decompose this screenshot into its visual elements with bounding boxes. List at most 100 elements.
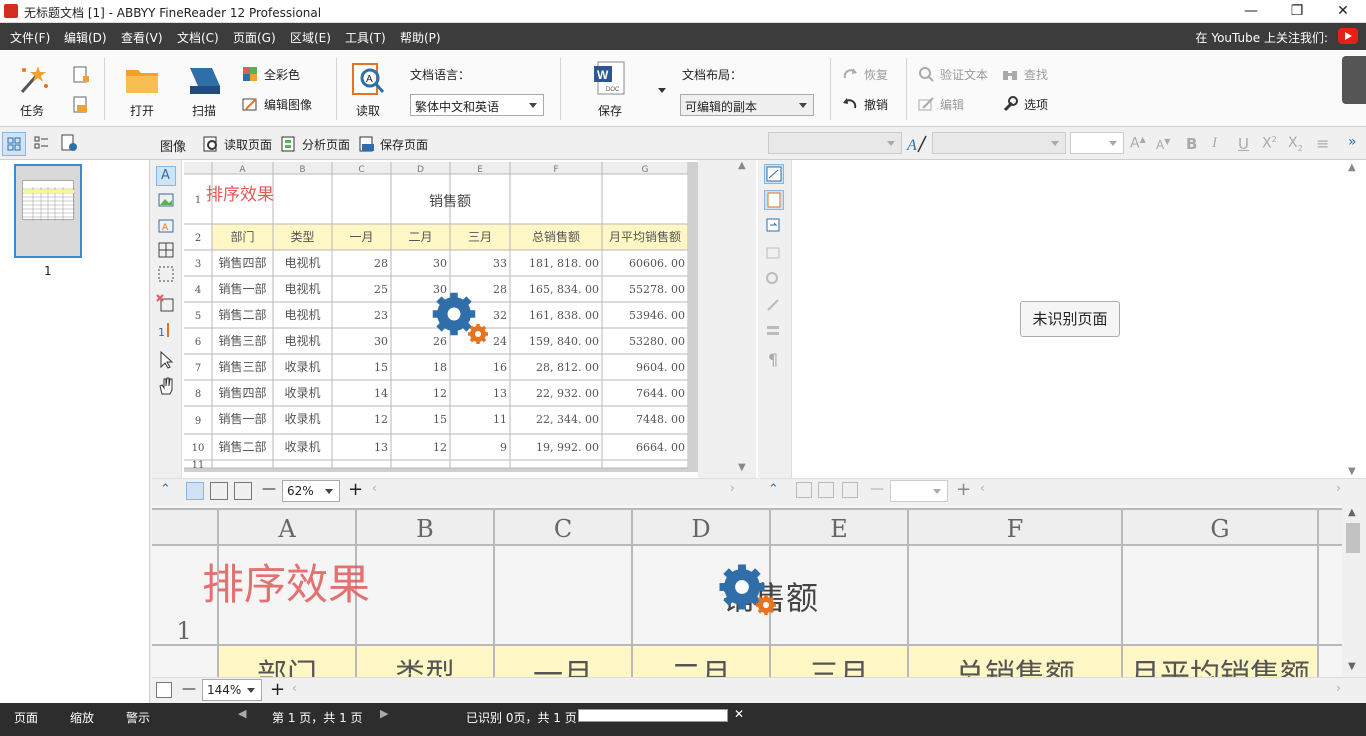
edit-image-button[interactable]: 编辑图像	[242, 94, 322, 114]
superscript-icon[interactable]: X2	[1262, 135, 1277, 152]
menu-help[interactable]: 帮助(P)	[400, 29, 441, 46]
font-style-icon[interactable]: A	[906, 134, 928, 154]
scroll-right-icon[interactable]: ›	[1336, 481, 1341, 495]
export-document-icon[interactable]	[72, 96, 90, 114]
text-tool-2-icon[interactable]	[764, 270, 784, 290]
delete-area-tool-icon[interactable]	[156, 294, 176, 314]
document-language-select[interactable]: 繁体中文和英语	[410, 94, 544, 116]
minimize-button[interactable]: —	[1228, 0, 1274, 23]
zoom-in-button[interactable]: +	[956, 479, 971, 500]
verify-text-button[interactable]: 验证文本	[918, 64, 998, 84]
scroll-left-icon[interactable]: ‹	[292, 681, 297, 695]
barcode-area-tool-icon[interactable]	[156, 264, 176, 284]
analyze-page-button[interactable]: 分析页面	[280, 135, 354, 155]
collapse-up-icon[interactable]: ⌃	[768, 482, 779, 497]
redo-button[interactable]: 恢复	[842, 64, 898, 84]
text-area-tool-icon[interactable]: A	[156, 166, 176, 186]
scan-button[interactable]: 扫描	[180, 58, 228, 120]
document-layout-select[interactable]: 可编辑的副本	[680, 94, 814, 116]
bold-icon[interactable]: B	[1186, 135, 1197, 153]
picture-area-tool-icon[interactable]	[156, 190, 176, 210]
increase-font-icon[interactable]: A▲	[1130, 135, 1146, 152]
menu-file[interactable]: 文件(F)	[10, 29, 50, 46]
edit-button[interactable]: 编辑	[918, 94, 978, 114]
tab-zoom[interactable]: 缩放	[70, 709, 94, 726]
unrecognized-page-button[interactable]: 未识别页面	[1020, 301, 1120, 337]
thumbnail-view-button[interactable]	[2, 132, 26, 156]
text-tool-4-icon[interactable]	[764, 322, 784, 342]
scroll-down-icon[interactable]: ▼	[738, 462, 746, 473]
menu-page[interactable]: 页面(G)	[233, 29, 276, 46]
cancel-recognition-button[interactable]: ✕	[734, 707, 744, 721]
scroll-right-icon[interactable]: ›	[1336, 681, 1341, 695]
zoom-out-button[interactable]: —	[182, 681, 196, 697]
previous-page-icon[interactable]: ◀	[238, 707, 246, 720]
scroll-right-icon[interactable]: ›	[730, 481, 735, 495]
zoom-vertical-scrollbar[interactable]: ▲ ▼	[1342, 505, 1366, 677]
undo-button[interactable]: 撤销	[842, 94, 898, 114]
text-tool-3-icon[interactable]	[764, 296, 784, 316]
fit-height-icon[interactable]	[234, 482, 252, 500]
scroll-left-icon[interactable]: ‹	[372, 481, 377, 495]
full-color-option[interactable]: 全彩色	[242, 64, 312, 84]
options-button[interactable]: 选项	[1002, 94, 1062, 114]
decrease-font-icon[interactable]: A▼	[1156, 137, 1170, 152]
pilcrow-icon[interactable]: ¶	[768, 350, 778, 369]
image-zoom-select[interactable]: 62%	[282, 480, 340, 502]
save-dropdown-chevron-icon[interactable]	[658, 88, 666, 93]
zoom-pane-zoom-select[interactable]: 144%	[202, 679, 262, 701]
scroll-down-icon[interactable]: ▼	[1348, 466, 1356, 477]
reorder-areas-tool-icon[interactable]: 1	[156, 320, 176, 340]
fit-width-icon[interactable]	[210, 482, 228, 500]
align-icon[interactable]: ≡	[1316, 134, 1329, 153]
more-chevron-icon[interactable]: »	[1348, 134, 1357, 150]
scroll-left-icon[interactable]: ‹	[980, 481, 985, 495]
font-size-select[interactable]	[1070, 132, 1124, 154]
text-tool-1-icon[interactable]	[764, 244, 784, 264]
text-zoom-select[interactable]	[890, 480, 948, 502]
scroll-up-icon[interactable]: ▲	[1348, 507, 1356, 518]
underline-icon[interactable]: U	[1238, 135, 1249, 153]
read-page-button[interactable]: 读取页面	[202, 135, 276, 155]
select-pointer-tool-icon[interactable]	[156, 350, 176, 370]
table-area-tool-icon[interactable]	[156, 240, 176, 260]
task-button[interactable]: 任务	[8, 58, 56, 120]
page-view-icon[interactable]	[764, 164, 784, 184]
save-button[interactable]: W DOC 保存	[586, 58, 636, 120]
restore-button[interactable]: ❐	[1274, 0, 1320, 23]
zoom-in-button[interactable]: +	[270, 679, 285, 700]
page-properties-button[interactable]	[58, 132, 82, 156]
side-panel-toggle[interactable]	[1342, 56, 1366, 104]
scroll-down-icon[interactable]: ▼	[1348, 661, 1356, 672]
fit-page-icon[interactable]	[186, 482, 204, 500]
details-view-button[interactable]	[30, 132, 54, 156]
scroll-up-icon[interactable]: ▲	[738, 160, 746, 171]
youtube-icon[interactable]	[1338, 28, 1358, 44]
zoom-out-button[interactable]: —	[262, 481, 276, 497]
menu-document[interactable]: 文档(C)	[177, 29, 219, 46]
scroll-up-icon[interactable]: ▲	[1348, 162, 1356, 173]
fit-page-icon[interactable]	[796, 482, 812, 498]
read-button[interactable]: A 读取	[344, 58, 394, 120]
menu-edit[interactable]: 编辑(D)	[64, 29, 107, 46]
document-view-icon[interactable]	[764, 190, 784, 210]
italic-icon[interactable]: I	[1212, 135, 1217, 152]
collapse-up-icon[interactable]: ⌃	[160, 482, 171, 497]
scroll-thumb[interactable]	[1346, 523, 1360, 553]
zoom-in-button[interactable]: +	[348, 479, 363, 500]
close-button[interactable]: ✕	[1320, 0, 1366, 23]
menu-area[interactable]: 区域(E)	[290, 29, 331, 46]
tab-warnings[interactable]: 警示	[126, 709, 150, 726]
save-page-button[interactable]: 保存页面	[358, 135, 432, 155]
font-family-select[interactable]	[932, 132, 1066, 154]
next-page-icon[interactable]: ▶	[380, 707, 388, 720]
open-button[interactable]: 打开	[118, 58, 166, 120]
zoom-pane-settings-icon[interactable]	[156, 682, 172, 698]
style-select[interactable]	[768, 132, 902, 154]
find-button[interactable]: 查找	[1002, 64, 1062, 84]
background-picture-tool-icon[interactable]: A	[156, 216, 176, 236]
tab-pages[interactable]: 页面	[14, 709, 38, 726]
new-document-icon[interactable]	[72, 66, 90, 84]
sync-view-icon[interactable]	[764, 216, 784, 236]
menu-tools[interactable]: 工具(T)	[345, 29, 386, 46]
